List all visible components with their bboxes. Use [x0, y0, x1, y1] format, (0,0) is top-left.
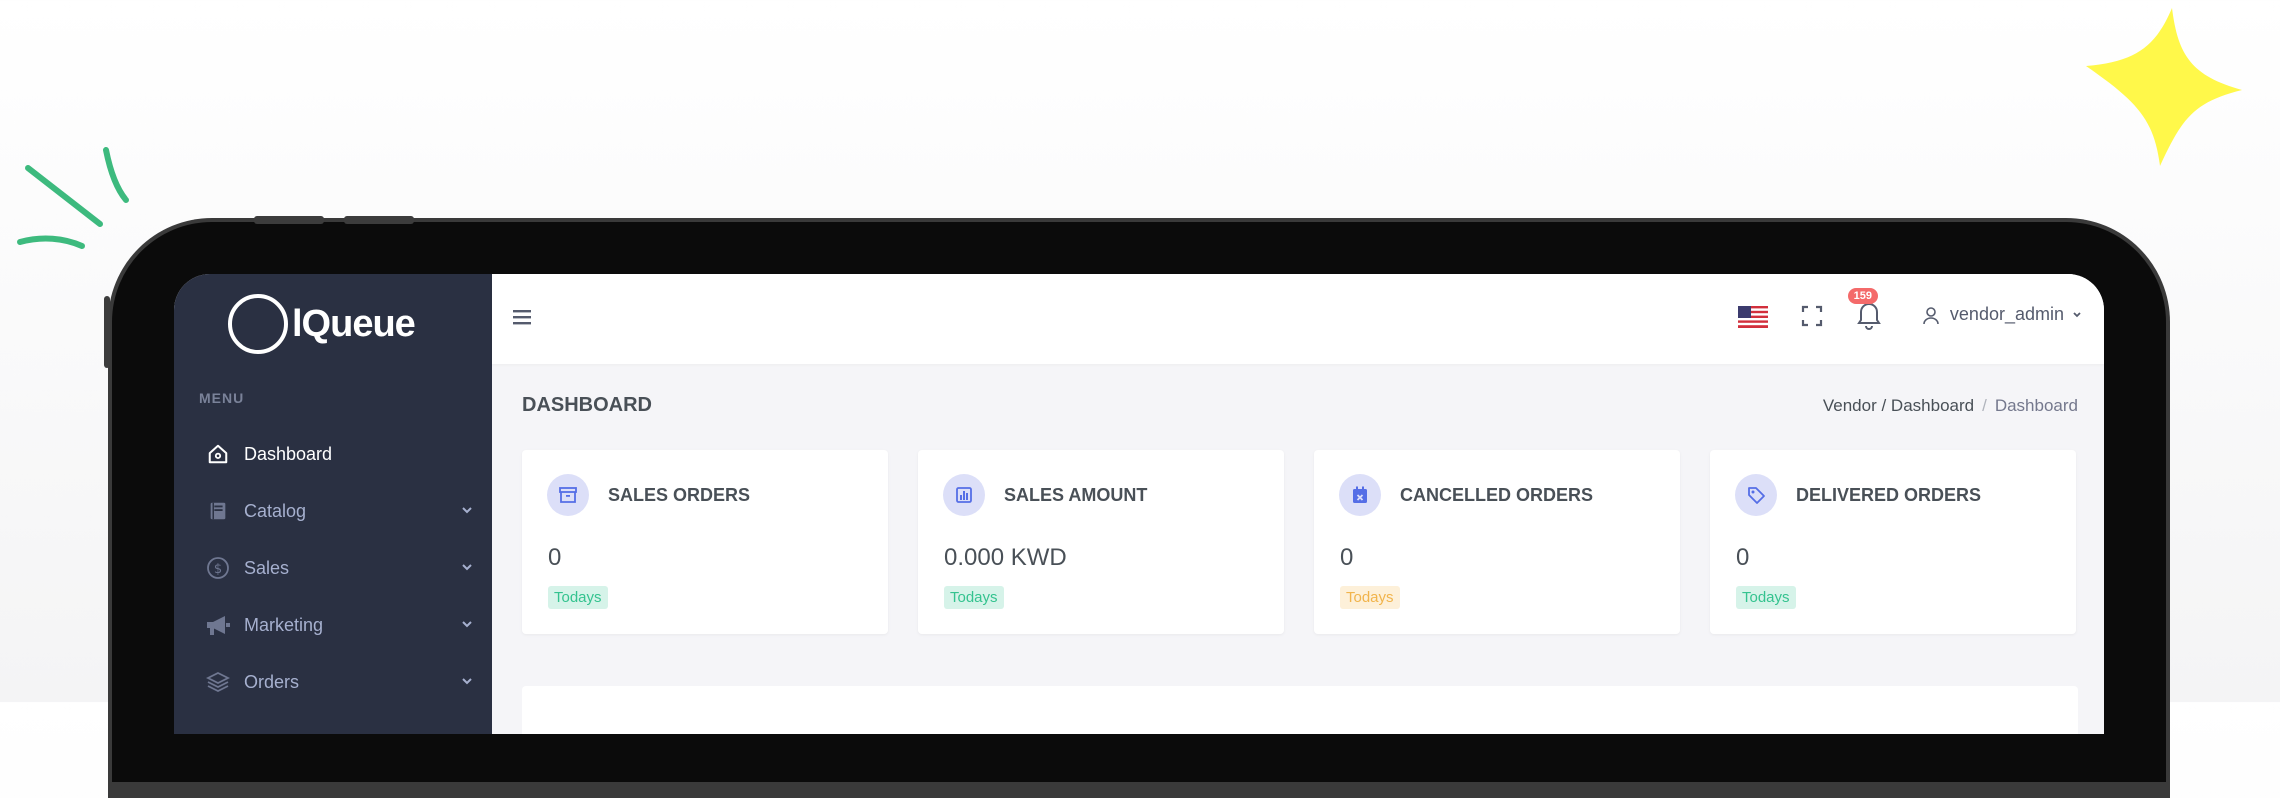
chevron-down-icon	[462, 678, 472, 685]
card-title: CANCELLED ORDERS	[1400, 485, 1594, 505]
card-badge: Todays	[1736, 586, 1796, 609]
user-menu[interactable]: vendor_admin	[1922, 304, 2084, 325]
device-top-button	[254, 216, 324, 224]
sidebar-item-label: Dashboard	[244, 443, 333, 464]
sidebar-item-sales[interactable]: $ Sales	[204, 548, 474, 588]
sidebar-item-label: Sales	[244, 557, 290, 578]
sidebar-item-marketing[interactable]: Marketing	[204, 605, 474, 645]
dollar-icon: $	[204, 554, 232, 582]
sidebar-item-label: Marketing	[244, 614, 324, 635]
card-value: 0.000 KWD	[944, 544, 1067, 571]
sparkle-decoration-icon	[2086, 8, 2242, 166]
user-name: vendor_admin	[1949, 304, 2064, 324]
burst-lines-decoration-icon	[17, 147, 129, 249]
card-value: 0	[548, 544, 562, 571]
card-title: DELIVERED ORDERS	[1796, 485, 1982, 505]
hamburger-menu-icon[interactable]	[512, 308, 532, 326]
device-side-button	[104, 296, 110, 368]
tag-icon	[1735, 474, 1777, 516]
sidebar: lQueue MENU Dashboard Catalog $ Sales Ma…	[174, 274, 492, 734]
sidebar-item-label: Orders	[244, 671, 300, 692]
card-badge: Todays	[1340, 586, 1400, 609]
content-panel	[522, 686, 2078, 734]
chevron-down-icon	[462, 507, 472, 514]
calendar-x-icon	[1339, 474, 1381, 516]
card-title: SALES AMOUNT	[1004, 485, 1148, 505]
sidebar-item-catalog[interactable]: Catalog	[204, 491, 474, 531]
chevron-down-icon	[462, 621, 472, 628]
sidebar-item-dashboard[interactable]: Dashboard	[204, 434, 474, 474]
fullscreen-icon[interactable]	[1800, 304, 1824, 328]
chevron-down-icon	[462, 564, 472, 571]
archive-icon	[547, 474, 589, 516]
menu-title: MENU	[199, 390, 245, 406]
page-title: DASHBOARD	[522, 394, 652, 416]
card-title: SALES ORDERS	[608, 485, 751, 505]
breadcrumb-separator: /	[1982, 396, 1987, 415]
brand-logo[interactable]: lQueue	[228, 294, 416, 354]
bell-icon[interactable]	[1856, 300, 1882, 330]
svg-text:$: $	[214, 562, 222, 577]
brand-name: lQueue	[292, 302, 416, 345]
sidebar-item-label: Catalog	[244, 500, 307, 521]
chevron-down-icon	[2073, 311, 2081, 317]
layers-icon	[204, 668, 232, 696]
stat-card-sales-amount: SALES AMOUNT 0.000 KWD Todays	[918, 450, 1284, 634]
stat-card-cancelled-orders: CANCELLED ORDERS 0 Todays	[1314, 450, 1680, 634]
topbar: 159 vendor_admin	[492, 274, 2104, 364]
device-top-button	[344, 216, 414, 224]
user-icon	[1923, 306, 1939, 324]
stat-card-sales-orders: SALES ORDERS 0 Todays	[522, 450, 888, 634]
us-flag-icon[interactable]	[1738, 306, 1768, 328]
book-icon	[204, 497, 232, 525]
breadcrumb: Vendor / Dashboard / Dashboard	[1823, 396, 2078, 416]
card-value: 0	[1340, 544, 1354, 571]
breadcrumb-current: Dashboard	[1994, 396, 2078, 415]
chart-icon	[943, 474, 985, 516]
app-screen: lQueue MENU Dashboard Catalog $ Sales Ma…	[174, 274, 2104, 734]
card-badge: Todays	[944, 586, 1004, 609]
megaphone-icon	[204, 611, 232, 639]
notification-badge: 159	[1847, 288, 1878, 304]
card-badge: Todays	[548, 586, 608, 609]
sidebar-item-orders[interactable]: Orders	[204, 662, 474, 702]
card-value: 0	[1736, 544, 1750, 571]
breadcrumb-parent-link[interactable]: Vendor / Dashboard	[1823, 396, 1974, 416]
home-icon	[204, 440, 232, 468]
stat-card-delivered-orders: DELIVERED ORDERS 0 Todays	[1710, 450, 2076, 634]
logo-circle-icon	[228, 294, 288, 354]
